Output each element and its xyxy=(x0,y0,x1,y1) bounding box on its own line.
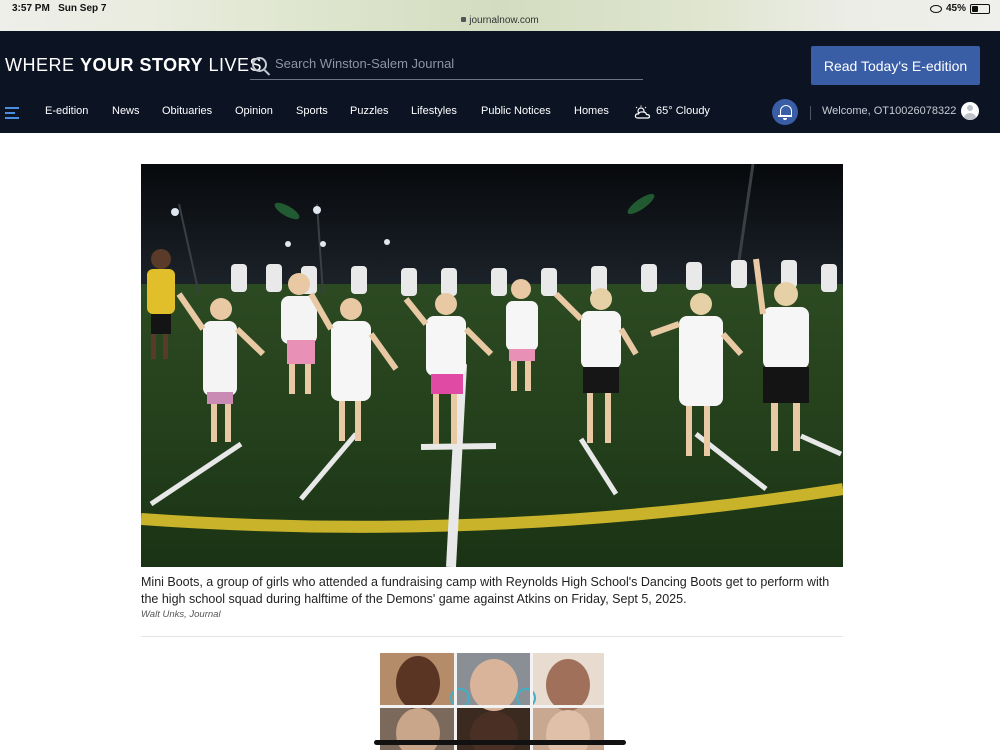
read-eedition-button[interactable]: Read Today's E-edition xyxy=(811,46,980,85)
advertisement[interactable] xyxy=(380,653,604,750)
bell-icon[interactable] xyxy=(772,99,798,125)
main-nav: E-edition News Obituaries Opinion Sports… xyxy=(0,97,1000,133)
article-photo xyxy=(141,164,843,567)
weather-text[interactable]: 65° Cloudy xyxy=(656,105,710,117)
nav-item-eedition[interactable]: E-edition xyxy=(45,105,88,117)
nav-item-public-notices[interactable]: Public Notices xyxy=(481,105,551,117)
halftime-photo-illustration xyxy=(141,164,843,567)
hamburger-icon[interactable] xyxy=(5,107,19,119)
photo-caption: Mini Boots, a group of girls who attende… xyxy=(141,575,830,606)
nav-item-homes[interactable]: Homes xyxy=(574,105,609,117)
home-indicator[interactable] xyxy=(374,740,626,745)
partly-cloudy-icon xyxy=(634,105,651,119)
site-header: WHERE YOUR STORY LIVES Search Winston-Sa… xyxy=(0,31,1000,133)
status-indicators: 45% xyxy=(929,3,990,14)
nav-item-obituaries[interactable]: Obituaries xyxy=(162,105,212,117)
avatar-icon[interactable] xyxy=(961,102,979,120)
battery-fill xyxy=(972,5,979,12)
status-bar: 3:57 PM Sun Sep 7 journalnow.com 45% xyxy=(0,0,1000,31)
status-time: 3:57 PM Sun Sep 7 xyxy=(12,3,107,14)
welcome-text[interactable]: Welcome, OT10026078322 xyxy=(822,105,956,117)
section-divider xyxy=(141,636,843,637)
site-tagline[interactable]: WHERE YOUR STORY LIVES xyxy=(5,55,262,76)
nav-item-puzzles[interactable]: Puzzles xyxy=(350,105,389,117)
search-bar[interactable]: Search Winston-Salem Journal xyxy=(250,51,643,80)
nav-divider xyxy=(810,106,811,120)
nav-item-opinion[interactable]: Opinion xyxy=(235,105,273,117)
nav-item-sports[interactable]: Sports xyxy=(296,105,328,117)
battery-icon xyxy=(970,3,990,14)
eye-icon xyxy=(929,4,942,13)
nav-item-news[interactable]: News xyxy=(112,105,140,117)
lock-icon xyxy=(461,17,467,22)
photo-credit: Walt Unks, Journal xyxy=(141,609,221,620)
search-icon[interactable] xyxy=(252,57,267,72)
search-input[interactable]: Search Winston-Salem Journal xyxy=(275,56,454,71)
battery-percent: 45% xyxy=(945,3,966,14)
ad-faces-image xyxy=(380,653,604,750)
nav-item-lifestyles[interactable]: Lifestyles xyxy=(411,105,457,117)
address-bar[interactable]: journalnow.com xyxy=(0,15,1000,26)
